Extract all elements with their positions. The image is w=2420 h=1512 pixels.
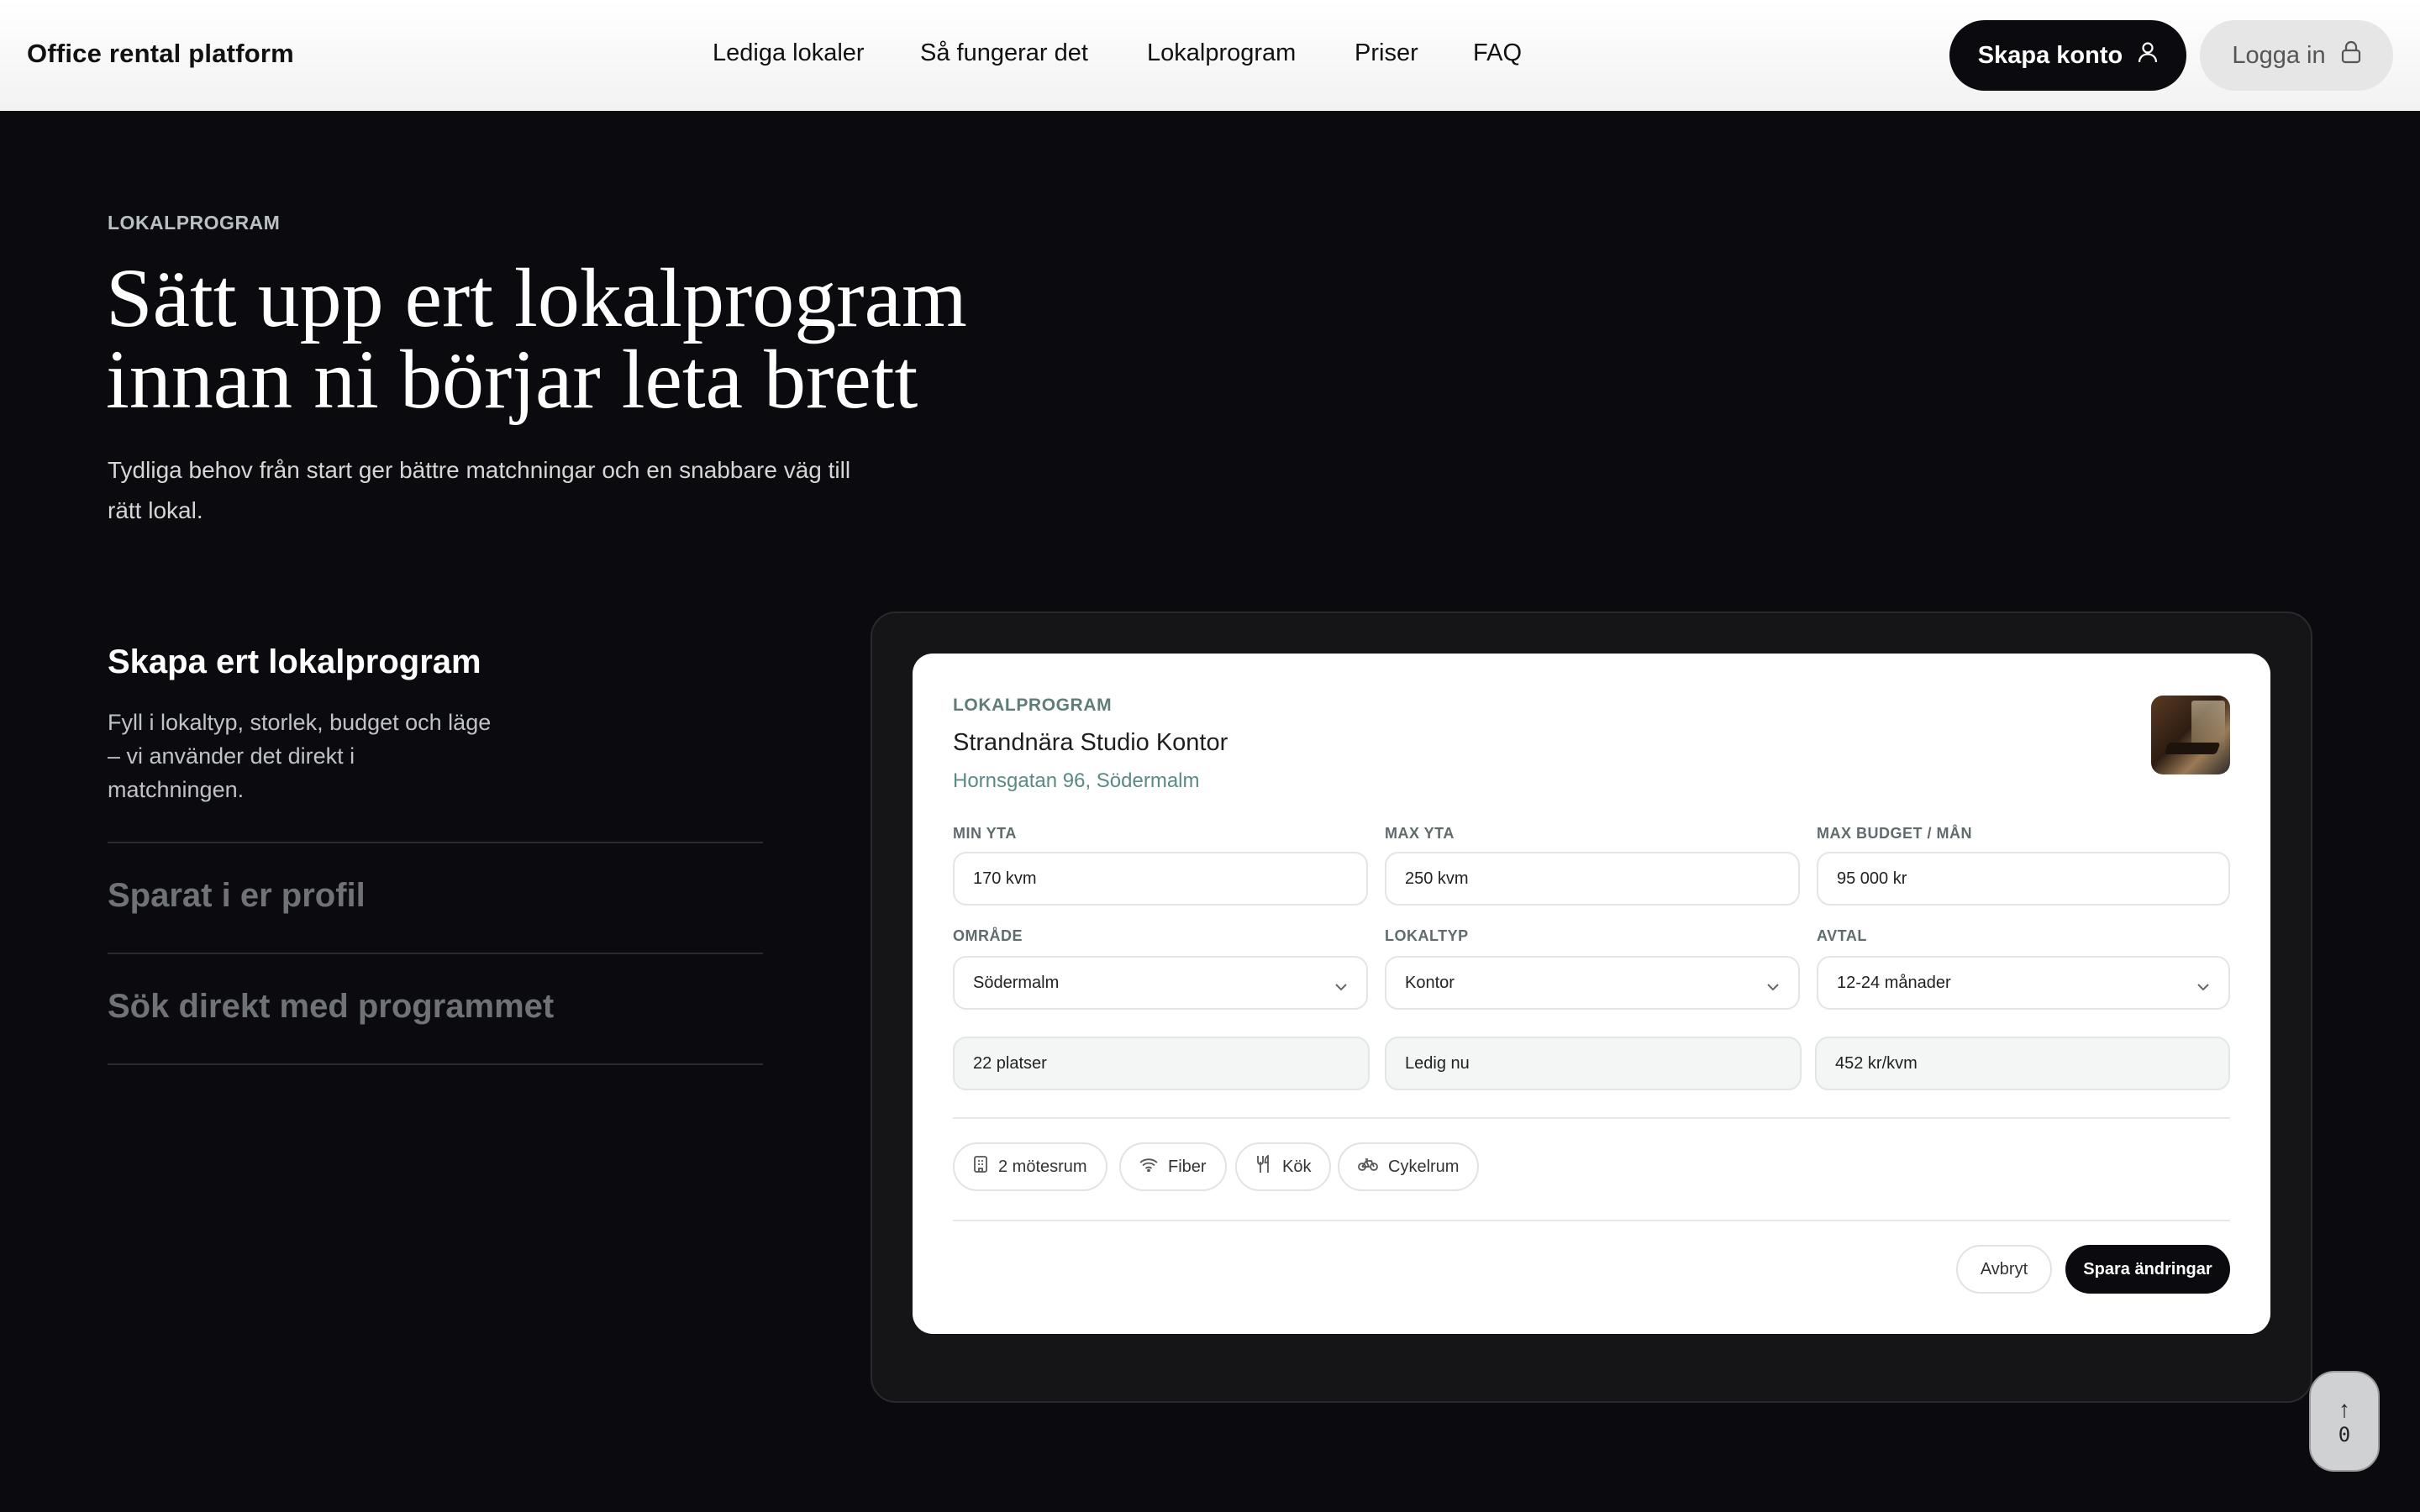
card-eyebrow: LOKALPROGRAM — [953, 696, 1113, 715]
page-subtitle-line-2: rätt lokal. — [108, 497, 203, 523]
area-select[interactable]: Södermalm — [953, 956, 1368, 1010]
nav-item-faq[interactable]: FAQ — [1473, 39, 1522, 67]
step-divider — [108, 842, 763, 843]
max-budget-value: 95 000 kr — [1837, 869, 1907, 888]
step-desc-line-2: – vi använder det direkt i — [108, 743, 355, 769]
step-divider — [108, 953, 763, 954]
amenity-chip-bike-room[interactable]: Cykelrum — [1338, 1142, 1480, 1191]
scroll-counter: 0 — [2338, 1423, 2351, 1446]
max-budget-input[interactable]: 95 000 kr — [1817, 852, 2230, 906]
lock-icon — [2341, 40, 2361, 71]
card-divider — [953, 1117, 2230, 1119]
login-label: Logga in — [2232, 41, 2326, 69]
availability-field[interactable]: Ledig nu — [1385, 1037, 1802, 1090]
type-value: Kontor — [1405, 973, 1455, 992]
bicycle-icon — [1358, 1157, 1378, 1177]
chevron-down-icon — [1766, 977, 1780, 996]
chevron-down-icon — [1334, 977, 1348, 996]
step-desc-line-3: matchningen. — [108, 777, 245, 802]
type-select[interactable]: Kontor — [1385, 956, 1800, 1010]
create-account-button[interactable]: Skapa konto — [1949, 20, 2186, 91]
contract-value: 12-24 månader — [1837, 973, 1951, 992]
amenity-label: Cykelrum — [1388, 1157, 1460, 1176]
top-navigation-bar: Office rental platform Lediga lokaler Så… — [0, 0, 2420, 111]
step-desc-line-1: Fyll i lokaltyp, storlek, budget och läg… — [108, 710, 492, 735]
nav-item-sa-fungerar-det[interactable]: Så fungerar det — [920, 39, 1088, 67]
page-title-line-2: innan ni börjar leta brett — [106, 333, 918, 426]
max-area-label: MAX YTA — [1385, 825, 1455, 842]
page-subtitle-line-1: Tydliga behov från start ger bättre matc… — [108, 457, 851, 483]
contract-select[interactable]: 12-24 månader — [1817, 956, 2230, 1010]
lokalprogram-card: LOKALPROGRAM Strandnära Studio Kontor Ho… — [913, 654, 2270, 1334]
thumbnail-table-shape — [2164, 743, 2221, 754]
amenity-chip-kitchen[interactable]: Kök — [1235, 1142, 1332, 1191]
amenity-label: Kök — [1282, 1157, 1312, 1176]
page-subtitle: Tydliga behov från start ger bättre matc… — [108, 450, 881, 531]
section-eyebrow: LOKALPROGRAM — [108, 212, 281, 234]
scroll-to-top-button[interactable]: ↑ 0 — [2309, 1371, 2380, 1472]
brand-logo[interactable]: Office rental platform — [27, 39, 294, 69]
listing-thumbnail[interactable] — [2151, 696, 2230, 774]
step-saved-profile[interactable]: Sparat i er profil — [108, 877, 366, 915]
building-icon — [973, 1155, 988, 1179]
min-area-label: MIN YTA — [953, 825, 1017, 842]
min-area-value: 170 kvm — [973, 869, 1037, 888]
arrow-up-icon: ↑ — [2338, 1396, 2350, 1422]
utensils-icon — [1255, 1154, 1272, 1179]
nav-item-priser[interactable]: Priser — [1355, 39, 1418, 67]
max-area-value: 250 kvm — [1405, 869, 1469, 888]
availability-value: Ledig nu — [1405, 1053, 1470, 1073]
min-area-input[interactable]: 170 kvm — [953, 852, 1368, 906]
step-divider — [108, 1063, 763, 1065]
max-area-input[interactable]: 250 kvm — [1385, 852, 1800, 906]
max-budget-label: MAX BUDGET / MÅN — [1817, 825, 1972, 842]
nav-item-lokalprogram[interactable]: Lokalprogram — [1147, 39, 1296, 67]
amenity-chip-fiber[interactable]: Fiber — [1119, 1142, 1227, 1191]
wifi-icon — [1139, 1158, 1158, 1177]
area-value: Södermalm — [973, 973, 1060, 992]
create-account-label: Skapa konto — [1977, 41, 2123, 69]
listing-title: Strandnära Studio Kontor — [953, 729, 1228, 756]
listing-address: Hornsgatan 96, Södermalm — [953, 769, 1200, 792]
step-create-program-description: Fyll i lokaltyp, storlek, budget och läg… — [108, 706, 528, 806]
save-changes-button[interactable]: Spara ändringar — [2065, 1245, 2230, 1294]
amenity-label: 2 mötesrum — [998, 1157, 1087, 1176]
step-create-program-title[interactable]: Skapa ert lokalprogram — [108, 643, 481, 681]
price-per-sqm-value: 452 kr/kvm — [1835, 1053, 1918, 1073]
page-title: Sätt upp ert lokalprogram innan ni börja… — [106, 256, 1114, 422]
area-label: OMRÅDE — [953, 927, 1023, 944]
type-label: LOKALTYP — [1385, 927, 1469, 944]
seats-field[interactable]: 22 platser — [953, 1037, 1370, 1090]
price-per-sqm-field[interactable]: 452 kr/kvm — [1815, 1037, 2230, 1090]
cancel-button[interactable]: Avbryt — [1956, 1245, 2052, 1294]
login-button[interactable]: Logga in — [2200, 20, 2393, 91]
chevron-down-icon — [2196, 977, 2210, 996]
card-divider — [953, 1220, 2230, 1221]
step-search-direct[interactable]: Sök direkt med programmet — [108, 988, 554, 1026]
amenity-chip-meeting-rooms[interactable]: 2 mötesrum — [953, 1142, 1107, 1191]
seats-value: 22 platser — [973, 1053, 1047, 1073]
amenity-label: Fiber — [1168, 1157, 1207, 1176]
contract-label: AVTAL — [1817, 927, 1867, 944]
user-icon — [2138, 41, 2158, 70]
nav-item-lediga-lokaler[interactable]: Lediga lokaler — [713, 39, 865, 67]
page-title-line-1: Sätt upp ert lokalprogram — [106, 251, 967, 344]
